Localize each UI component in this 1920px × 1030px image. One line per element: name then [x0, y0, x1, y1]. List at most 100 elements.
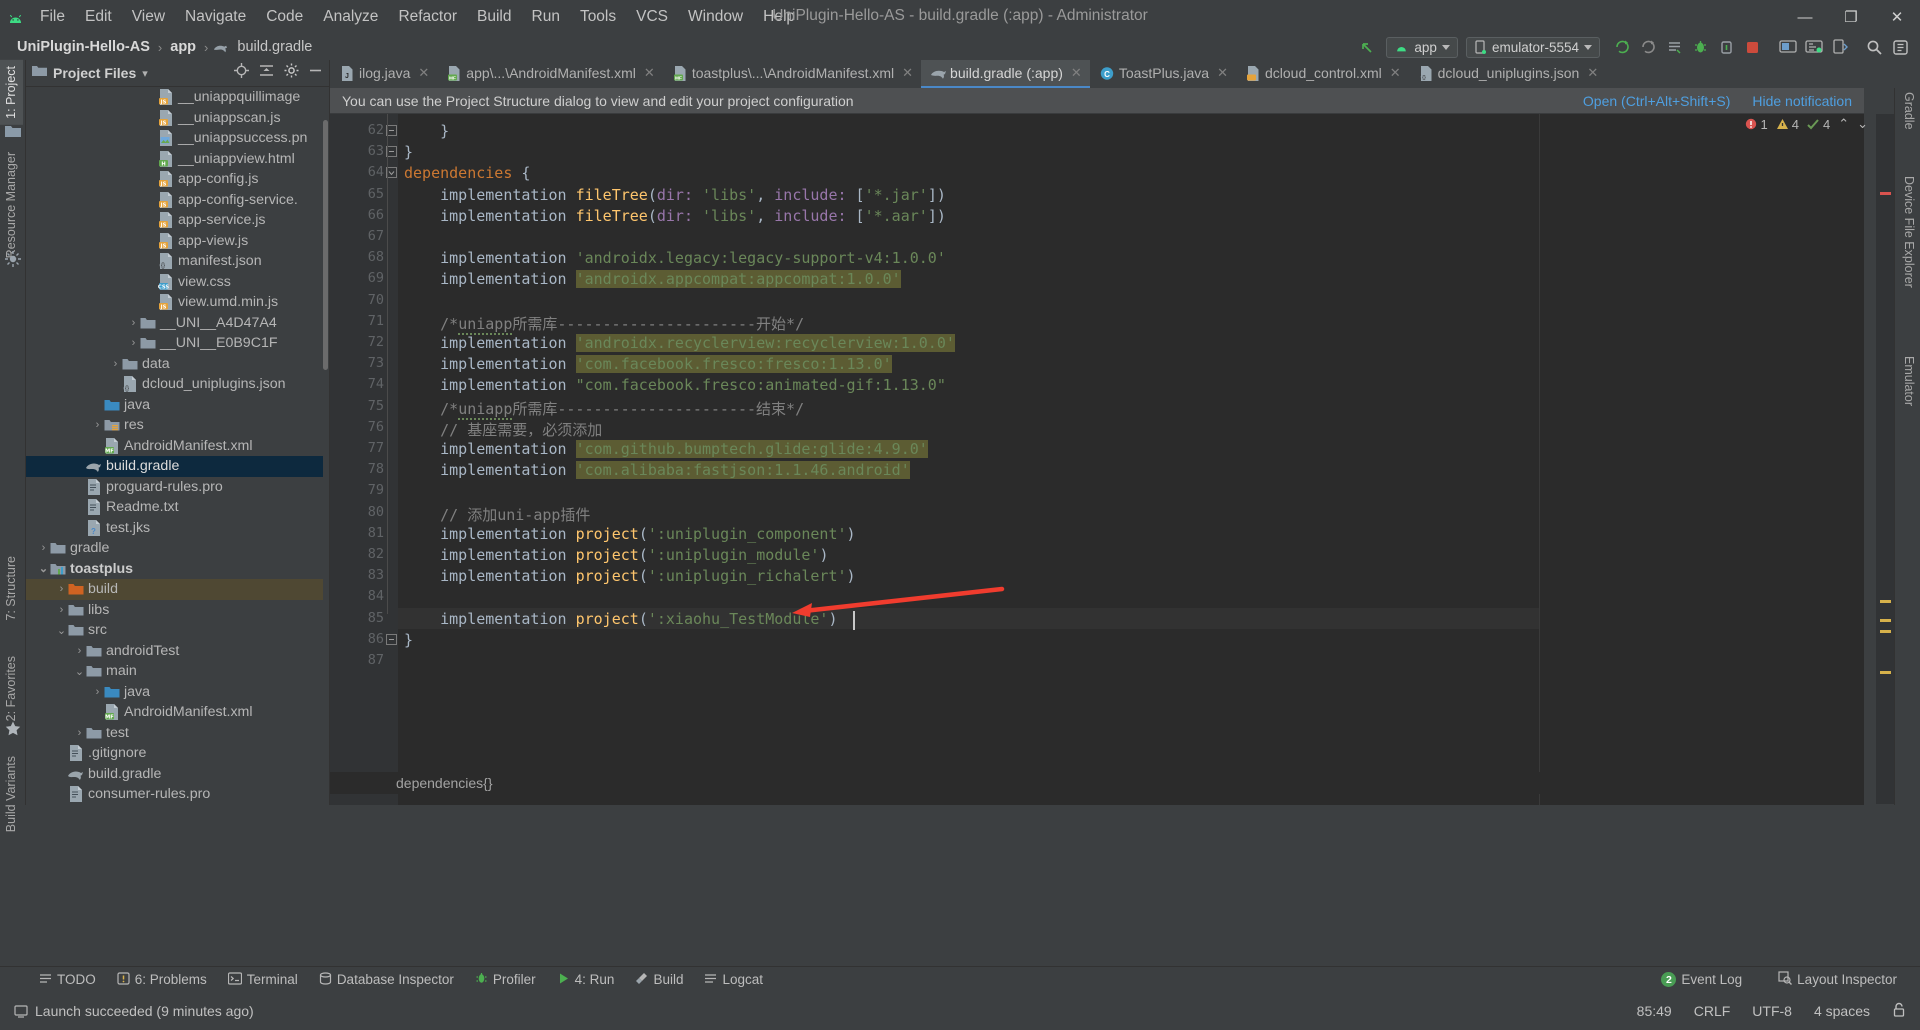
- indent-setting[interactable]: 4 spaces: [1814, 1003, 1870, 1019]
- close-icon[interactable]: ✕: [1390, 65, 1401, 81]
- tool-window-6-problems[interactable]: 6: Problems: [108, 969, 216, 991]
- fold-collapsed-icon[interactable]: [386, 633, 397, 645]
- tree-item-test[interactable]: › test: [26, 723, 323, 744]
- tree-item-view-umd-min-js[interactable]: JS view.umd.min.js: [26, 292, 323, 313]
- apply-changes-button[interactable]: [1662, 35, 1686, 59]
- menu-item-tools[interactable]: Tools: [570, 5, 626, 29]
- chevron-right-icon[interactable]: ›: [91, 686, 104, 698]
- sidebar-item-favorites[interactable]: 2: Favorites: [0, 650, 23, 727]
- chevron-down-icon[interactable]: ▾: [142, 67, 148, 80]
- stripe-marker-error[interactable]: [1880, 192, 1891, 195]
- device-manager-button[interactable]: [1828, 35, 1852, 59]
- stop-button[interactable]: [1740, 35, 1764, 59]
- tree-item-proguard-rules-pro[interactable]: proguard-rules.pro: [26, 477, 323, 498]
- chevron-down-icon[interactable]: ⌄: [73, 665, 86, 678]
- code-line-71[interactable]: /*uniapp所需库----------------------开始*/: [404, 313, 804, 335]
- next-problem-icon[interactable]: ⌄: [1857, 116, 1868, 132]
- tree-item-manifest-json[interactable]: {} manifest.json: [26, 251, 323, 272]
- gear-icon[interactable]: [283, 62, 300, 84]
- close-icon[interactable]: ✕: [418, 65, 429, 81]
- attach-debugger-button[interactable]: [1714, 35, 1738, 59]
- tool-window-build[interactable]: Build: [626, 969, 692, 991]
- menu-item-vcs[interactable]: VCS: [626, 5, 678, 29]
- sidebar-item-project[interactable]: 1: Project: [0, 60, 23, 125]
- tree-item-app-service-js[interactable]: JS app-service.js: [26, 210, 323, 231]
- chevron-right-icon[interactable]: ›: [37, 542, 50, 554]
- tree-item-toastplus[interactable]: ⌄ toastplus: [26, 559, 323, 580]
- hide-notification-link[interactable]: Hide notification: [1752, 93, 1852, 109]
- search-everywhere-button[interactable]: [1862, 35, 1886, 59]
- chevron-right-icon[interactable]: ›: [91, 419, 104, 431]
- tree-item-java[interactable]: java: [26, 395, 323, 416]
- code-line-68[interactable]: implementation 'androidx.legacy:legacy-s…: [404, 249, 946, 267]
- tool-window-logcat[interactable]: Logcat: [695, 969, 772, 991]
- hide-icon[interactable]: [308, 63, 323, 83]
- error-stripe-gutter[interactable]: [1876, 114, 1894, 804]
- stripe-marker-warning-3[interactable]: [1880, 630, 1891, 633]
- project-file-tree[interactable]: JS __uniappquillimage JS __uniappscan.js __u…: [26, 87, 323, 805]
- tree-item-app-config-js[interactable]: JS app-config.js: [26, 169, 323, 190]
- menu-item-refactor[interactable]: Refactor: [388, 5, 467, 29]
- chevron-down-icon[interactable]: ⌄: [37, 562, 50, 575]
- code-line-80[interactable]: // 添加uni-app插件: [404, 504, 590, 525]
- caret-position[interactable]: 85:49: [1637, 1003, 1672, 1019]
- menu-item-code[interactable]: Code: [256, 5, 313, 29]
- chevron-right-icon[interactable]: ›: [127, 317, 140, 329]
- code-line-73[interactable]: implementation 'com.facebook.fresco:fres…: [404, 355, 892, 374]
- tree-item-androidmanifest-xml[interactable]: MF AndroidManifest.xml: [26, 702, 323, 723]
- run-configuration-selector[interactable]: app: [1386, 36, 1458, 58]
- avd-manager-button[interactable]: [1776, 35, 1800, 59]
- sidebar-item-emulator[interactable]: Emulator: [1897, 350, 1920, 412]
- tool-window-database-inspector[interactable]: Database Inspector: [310, 969, 463, 991]
- tree-item-res[interactable]: › res: [26, 415, 323, 436]
- file-encoding[interactable]: UTF-8: [1752, 1003, 1792, 1019]
- chevron-right-icon[interactable]: ›: [73, 727, 86, 739]
- menu-item-run[interactable]: Run: [522, 5, 570, 29]
- previous-problem-icon[interactable]: ⌃: [1838, 116, 1849, 132]
- code-line-69[interactable]: implementation 'androidx.appcompat:appco…: [404, 270, 901, 289]
- tree-item-main[interactable]: ⌄ main: [26, 661, 323, 682]
- tree-item-build-gradle[interactable]: build.gradle: [26, 764, 323, 785]
- tree-item-gitignore[interactable]: .gitignore: [26, 743, 323, 764]
- tree-item-consumer-rules-pro[interactable]: consumer-rules.pro: [26, 784, 323, 805]
- code-line-66[interactable]: implementation fileTree(dir: 'libs', inc…: [404, 207, 946, 225]
- menu-item-help[interactable]: Help: [753, 5, 805, 29]
- tree-item-uni-e0b9c1f[interactable]: › __UNI__E0B9C1F: [26, 333, 323, 354]
- tree-item-app-view-js[interactable]: JS app-view.js: [26, 231, 323, 252]
- tree-item-src[interactable]: ⌄ src: [26, 620, 323, 641]
- code-line-74[interactable]: implementation "com.facebook.fresco:anim…: [404, 376, 946, 394]
- breadcrumb-project[interactable]: UniPlugin-Hello-AS: [14, 38, 153, 56]
- code-line-65[interactable]: implementation fileTree(dir: 'libs', inc…: [404, 186, 946, 204]
- stripe-marker-warning-4[interactable]: [1880, 671, 1891, 674]
- back-arrow-icon[interactable]: [1354, 35, 1378, 59]
- editor-tab-dcloud-control-xml[interactable]: dcloud_control.xml ✕: [1236, 60, 1409, 88]
- settings-button[interactable]: [1888, 35, 1912, 59]
- tool-window-terminal[interactable]: Terminal: [219, 969, 307, 991]
- code-line-77[interactable]: implementation 'com.github.bumptech.glid…: [404, 440, 928, 458]
- line-separator[interactable]: CRLF: [1694, 1003, 1731, 1019]
- tree-item-build-gradle[interactable]: build.gradle: [26, 456, 323, 477]
- star-icon[interactable]: [4, 720, 22, 738]
- editor-text-area[interactable]: }} dependencies { implementation fileTree…: [398, 114, 1539, 805]
- sdk-manager-button[interactable]: [1802, 35, 1826, 59]
- sidebar-item-resource-manager[interactable]: Resource Manager: [0, 146, 23, 264]
- tool-window-4-run[interactable]: 4: Run: [548, 969, 624, 991]
- chevron-down-icon[interactable]: ⌄: [55, 624, 68, 637]
- code-line-62[interactable]: }: [404, 122, 449, 140]
- stripe-marker-warning-2[interactable]: [1880, 619, 1891, 622]
- close-icon[interactable]: ✕: [902, 65, 913, 81]
- breadcrumb-file[interactable]: build.gradle: [234, 38, 315, 56]
- tree-item-readme-txt[interactable]: Readme.txt: [26, 497, 323, 518]
- layout-inspector-button[interactable]: Layout Inspector: [1769, 968, 1906, 991]
- run-button[interactable]: [1610, 35, 1634, 59]
- code-line-82[interactable]: implementation project(':uniplugin_modul…: [404, 546, 828, 564]
- tree-item-test-jks[interactable]: ? test.jks: [26, 518, 323, 539]
- code-line-76[interactable]: // 基座需要，必须添加: [404, 419, 602, 440]
- editor-tab-toastplus-java[interactable]: C ToastPlus.java ✕: [1090, 60, 1236, 88]
- editor-tab-dcloud-uniplugins-json[interactable]: {} dcloud_uniplugins.json ✕: [1409, 60, 1607, 88]
- tree-item-uniappsuccess-pn[interactable]: __uniappsuccess.pn: [26, 128, 323, 149]
- close-icon[interactable]: ✕: [1587, 65, 1598, 81]
- code-line-64[interactable]: dependencies {: [404, 164, 530, 182]
- editor-tab-build-gradle-app[interactable]: build.gradle (:app) ✕: [921, 60, 1090, 88]
- menu-item-analyze[interactable]: Analyze: [313, 5, 388, 29]
